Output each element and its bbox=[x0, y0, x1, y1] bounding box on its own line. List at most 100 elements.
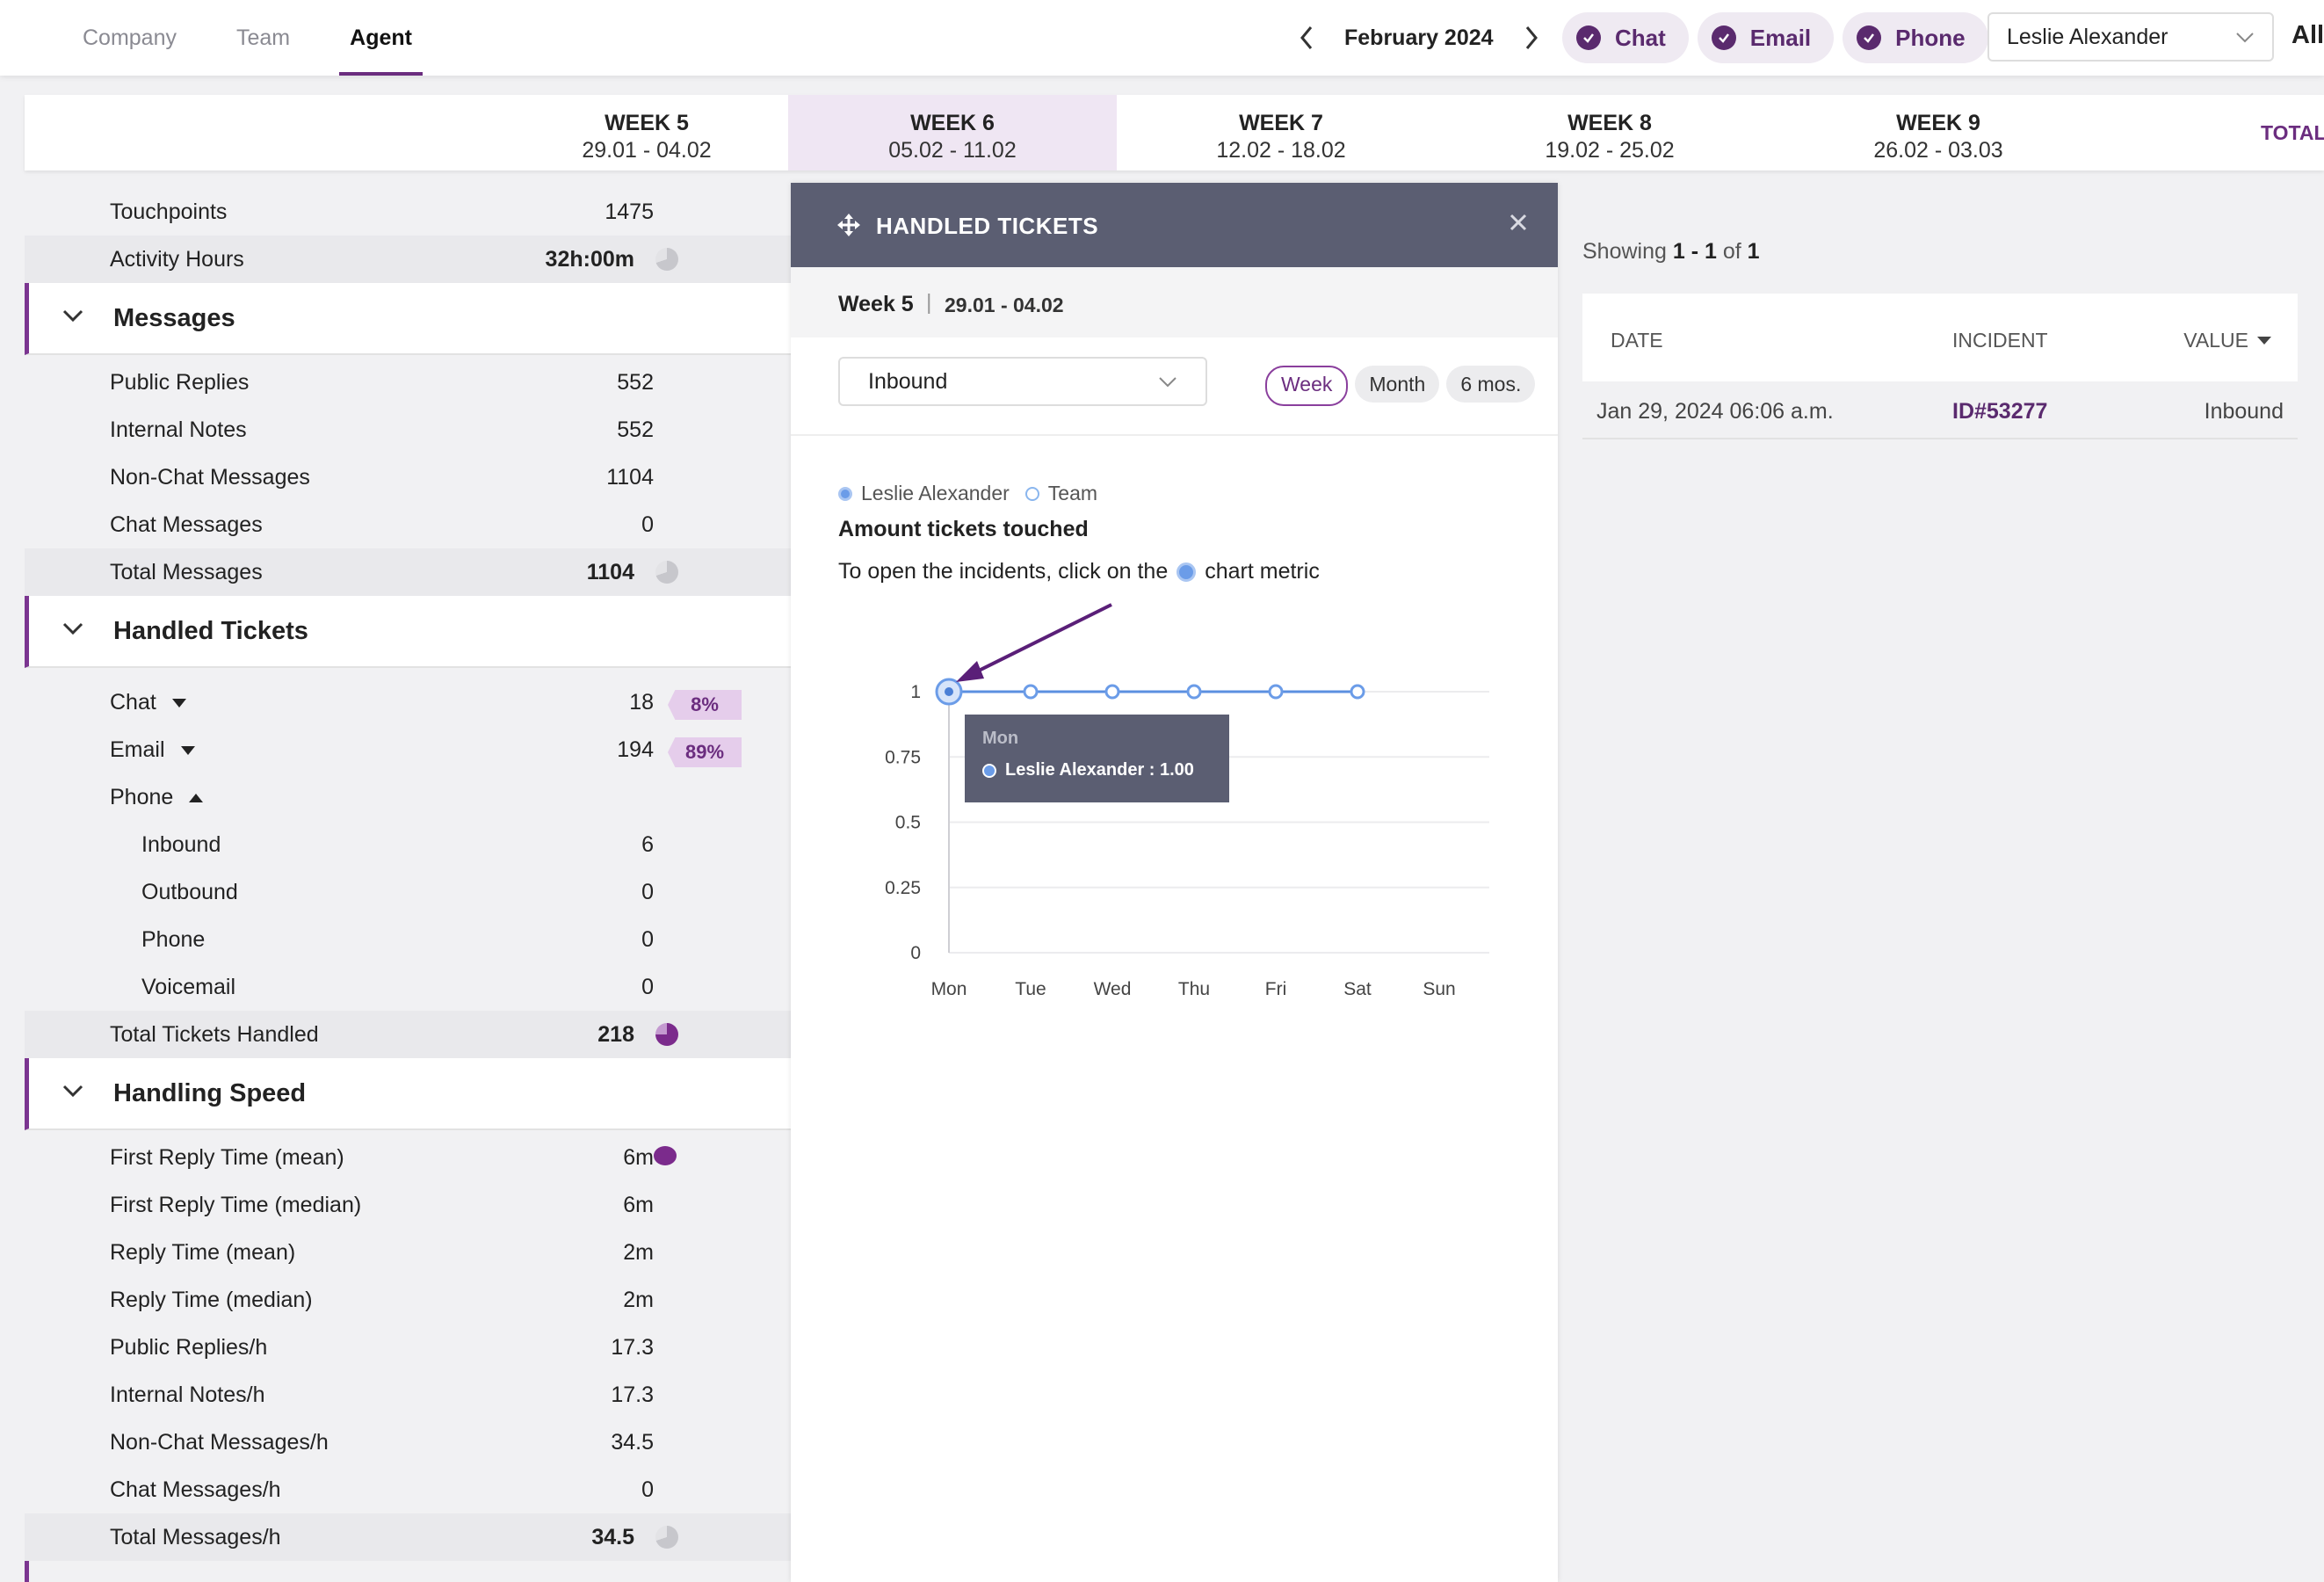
column-header-date[interactable]: DATE bbox=[1611, 329, 1663, 352]
hint-text: To open the incidents, click on the bbox=[838, 559, 1169, 584]
pie-chart-icon[interactable] bbox=[655, 1023, 678, 1046]
table-row[interactable]: Jan 29, 2024 06:06 a.m. ID#53277 Inbound bbox=[1582, 381, 2298, 439]
metric-label: Internal Notes bbox=[110, 417, 247, 442]
section-messages[interactable]: Messages bbox=[25, 283, 791, 355]
chevron-down-icon bbox=[62, 309, 83, 328]
metric-value: 32h:00m bbox=[545, 247, 634, 272]
showing-range: 1 - 1 bbox=[1672, 239, 1717, 264]
metric-value: 17.3 bbox=[611, 1335, 654, 1360]
showing-prefix: Showing bbox=[1582, 239, 1667, 264]
week-column-8[interactable]: WEEK 8 19.02 - 25.02 bbox=[1445, 95, 1774, 171]
caret-down-icon[interactable] bbox=[180, 746, 195, 756]
metric-row: Inbound 6 bbox=[25, 821, 791, 868]
top-navigation: Company Team Agent February 2024 Chat Em… bbox=[0, 0, 2324, 76]
metric-value: 6m bbox=[623, 1145, 654, 1170]
metric-value: 2m bbox=[623, 1288, 654, 1312]
tooltip-text: Leslie Alexander : 1.00 bbox=[1005, 760, 1194, 780]
chip-email[interactable]: Email bbox=[1697, 12, 1835, 63]
incident-link[interactable]: ID#53277 bbox=[1952, 399, 2047, 425]
range-week-button[interactable]: Week bbox=[1265, 366, 1349, 406]
metric-value: 1104 bbox=[586, 560, 634, 584]
section-handled-tickets[interactable]: Handled Tickets bbox=[25, 596, 791, 668]
section-handling-speed[interactable]: Handling Speed bbox=[25, 1058, 791, 1130]
chip-chat-label: Chat bbox=[1615, 24, 1666, 51]
pie-chart-icon[interactable] bbox=[655, 248, 678, 271]
chevron-left-icon[interactable] bbox=[1292, 23, 1321, 53]
metric-row-activity-hours: Activity Hours 32h:00m bbox=[25, 236, 791, 283]
close-icon[interactable] bbox=[1509, 213, 1528, 236]
popup-week-range: 29.01 - 04.02 bbox=[945, 294, 1064, 316]
week-title: WEEK 8 bbox=[1567, 111, 1652, 135]
metric-label-text: Email bbox=[110, 737, 165, 762]
range-toggle: Week Month 6 mos. bbox=[1265, 366, 1536, 406]
metric-dot-icon bbox=[1176, 562, 1197, 582]
week-column-9[interactable]: WEEK 9 26.02 - 03.03 bbox=[1774, 95, 2103, 171]
metric-label-text: Chat bbox=[110, 690, 156, 715]
section-title: Messages bbox=[113, 304, 235, 332]
comment-icon[interactable] bbox=[654, 1146, 677, 1165]
metric-label: Chat Messages/h bbox=[110, 1477, 281, 1502]
move-icon[interactable] bbox=[836, 213, 861, 242]
range-month-button[interactable]: Month bbox=[1355, 366, 1440, 403]
handled-tickets-popup: HANDLED TICKETS Week 5 | 29.01 - 04.02 I… bbox=[791, 183, 1558, 1582]
metric-row: Non-Chat Messages 1104 bbox=[25, 454, 791, 501]
metric-label: Phone bbox=[110, 785, 204, 810]
share-badge: 89% bbox=[668, 737, 742, 767]
tab-agent[interactable]: Agent bbox=[320, 0, 442, 76]
metric-row-total-tickets: Total Tickets Handled 218 bbox=[25, 1011, 791, 1058]
caret-down-icon[interactable] bbox=[171, 699, 186, 708]
check-icon bbox=[1857, 25, 1882, 50]
metric-row: First Reply Time (mean) 6m bbox=[25, 1134, 791, 1181]
tooltip-day: Mon bbox=[982, 729, 1019, 748]
pie-chart-icon[interactable] bbox=[655, 1526, 678, 1549]
chip-phone[interactable]: Phone bbox=[1843, 12, 1988, 63]
range-6mos-button[interactable]: 6 mos. bbox=[1446, 366, 1536, 403]
caret-up-icon[interactable] bbox=[189, 794, 204, 803]
check-icon bbox=[1576, 25, 1601, 50]
type-dropdown[interactable]: Inbound bbox=[838, 357, 1207, 406]
week-title: WEEK 9 bbox=[1896, 111, 1980, 135]
chip-chat[interactable]: Chat bbox=[1562, 12, 1689, 63]
metric-label: Email bbox=[110, 737, 195, 763]
column-header-value[interactable]: VALUE bbox=[2183, 329, 2271, 352]
metric-label: Outbound bbox=[141, 880, 238, 904]
metric-value: 552 bbox=[617, 370, 654, 395]
week-column-6[interactable]: WEEK 6 05.02 - 11.02 bbox=[788, 95, 1117, 171]
metric-value: 1475 bbox=[605, 200, 654, 224]
metric-row-chat[interactable]: Chat 18 8% bbox=[25, 679, 791, 726]
week-column-7[interactable]: WEEK 7 12.02 - 18.02 bbox=[1117, 95, 1445, 171]
chevron-down-icon bbox=[1158, 369, 1177, 395]
week-range: 19.02 - 25.02 bbox=[1545, 138, 1675, 163]
chart-legend: Leslie Alexander Team bbox=[838, 482, 1097, 505]
metric-label: Reply Time (median) bbox=[110, 1288, 313, 1312]
week-title: WEEK 6 bbox=[910, 111, 995, 135]
pie-chart-icon[interactable] bbox=[655, 561, 678, 584]
metric-label: Total Messages bbox=[110, 560, 263, 584]
metric-row-email[interactable]: Email 194 89% bbox=[25, 726, 791, 773]
period-label: February 2024 bbox=[1344, 25, 1494, 50]
series-dot bbox=[982, 763, 996, 778]
column-header-incident[interactable]: INCIDENT bbox=[1952, 329, 2048, 352]
metric-value: 0 bbox=[641, 975, 654, 999]
showing-of: of bbox=[1722, 239, 1741, 264]
metric-row: Chat Messages/h 0 bbox=[25, 1466, 791, 1513]
tab-team[interactable]: Team bbox=[206, 0, 320, 76]
metric-row: Internal Notes 552 bbox=[25, 406, 791, 454]
legend-item[interactable]: Team bbox=[1048, 482, 1097, 505]
legend-item[interactable]: Leslie Alexander bbox=[861, 482, 1010, 505]
metric-value: 6 bbox=[641, 832, 654, 857]
tab-company[interactable]: Company bbox=[53, 0, 206, 76]
period-selector: February 2024 bbox=[1292, 0, 1546, 76]
sort-desc-icon bbox=[2257, 337, 2271, 345]
agent-select-value: Leslie Alexander bbox=[2007, 24, 2168, 49]
popup-week-bar: Week 5 | 29.01 - 04.02 bbox=[791, 267, 1558, 337]
metric-value: 34.5 bbox=[591, 1525, 634, 1549]
channel-filters: Chat Email Phone bbox=[1562, 12, 1988, 63]
metric-value: 218 bbox=[597, 1022, 634, 1047]
metric-row-phone[interactable]: Phone bbox=[25, 773, 791, 821]
metric-label: Internal Notes/h bbox=[110, 1382, 265, 1407]
agent-select[interactable]: Leslie Alexander bbox=[1987, 12, 2274, 62]
all-label[interactable]: All bbox=[2291, 21, 2324, 50]
week-column-5[interactable]: WEEK 5 29.01 - 04.02 bbox=[482, 95, 811, 171]
chevron-right-icon[interactable] bbox=[1517, 23, 1546, 53]
